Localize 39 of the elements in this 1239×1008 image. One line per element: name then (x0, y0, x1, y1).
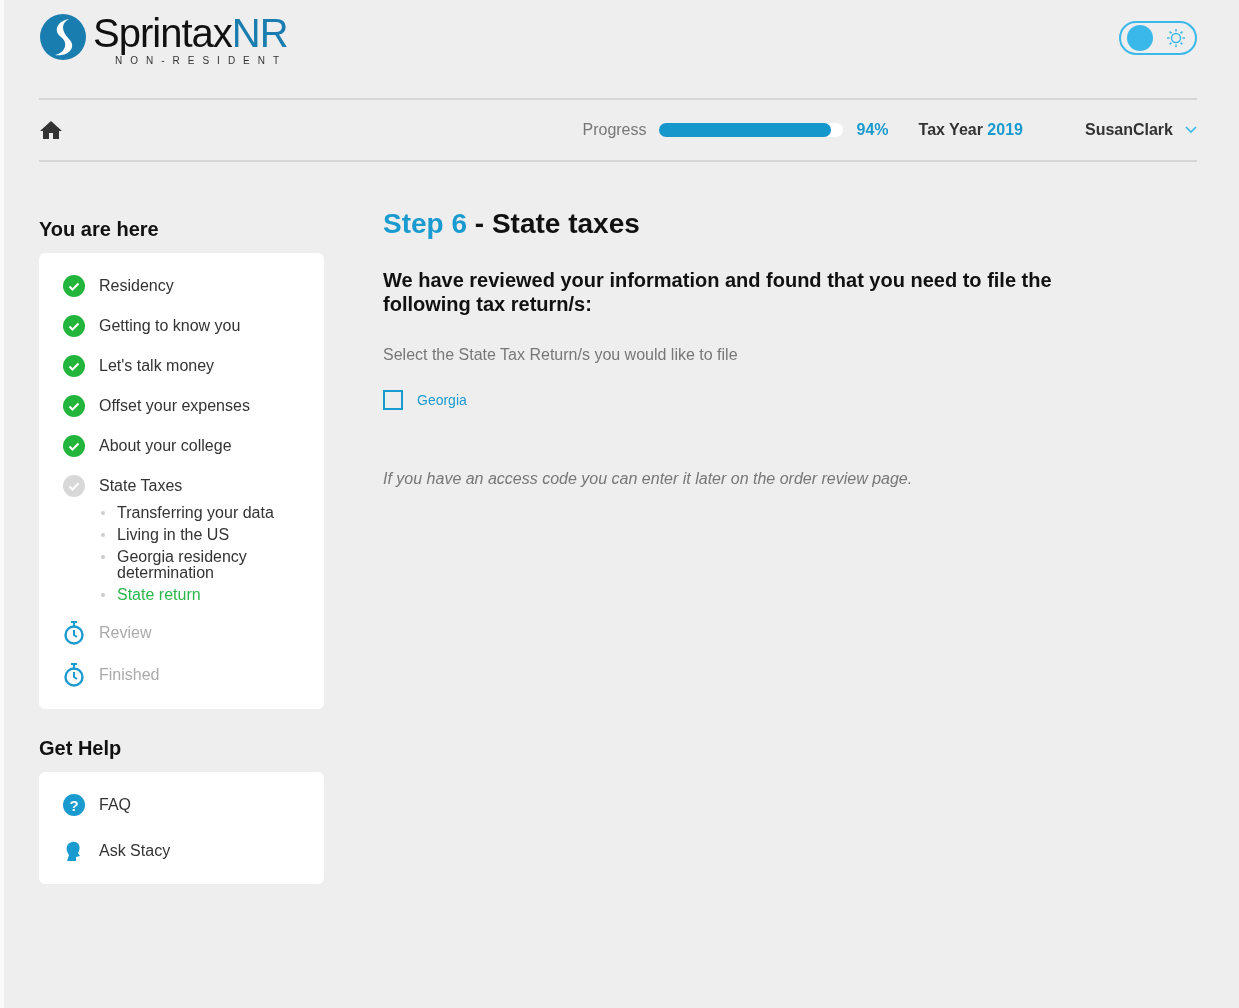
logo-icon (39, 12, 87, 61)
stopwatch-icon (63, 663, 85, 687)
help-link[interactable]: FAQ (99, 796, 131, 814)
progress-percent: 94% (856, 121, 889, 139)
tax-year-label: Tax Year (918, 121, 983, 139)
logo-tagline: NON-RESIDENT (115, 54, 288, 66)
check-circle-icon (63, 475, 85, 497)
intro-text: We have reviewed your information and found that you need to file the following tax return/s: (383, 268, 1053, 316)
check-circle-icon (63, 315, 85, 337)
substep-item[interactable]: Living in the US (101, 527, 304, 543)
substep-item[interactable]: Georgia residency determination (101, 549, 304, 581)
sun-icon (1165, 27, 1187, 49)
check-circle-icon (63, 435, 85, 457)
check-circle-icon (63, 275, 85, 297)
tax-year: 2019 (987, 121, 1023, 139)
user-menu[interactable]: SusanClark (1084, 121, 1197, 139)
home-icon[interactable] (39, 120, 63, 140)
help-icon: ? (63, 794, 85, 816)
step-item[interactable]: Getting to know you (99, 317, 241, 335)
step-item[interactable]: Residency (99, 277, 174, 295)
step-item[interactable]: Offset your expenses (99, 397, 250, 415)
check-circle-icon (63, 355, 85, 377)
progress-label: Progress (582, 121, 647, 139)
sidebar-title: You are here (39, 218, 160, 241)
check-circle-icon (63, 395, 85, 417)
theme-toggle[interactable] (1119, 21, 1197, 55)
step-item[interactable]: Let's talk money (99, 357, 215, 375)
page-title: Step 6 - State taxes (383, 208, 641, 240)
help-link[interactable]: Ask Stacy (99, 842, 171, 860)
help-title: Get Help (39, 737, 123, 760)
state-checkbox[interactable] (383, 390, 403, 410)
logo-wordmark: SprintaxNR (93, 12, 288, 53)
substep-item[interactable]: Transferring your data (101, 505, 304, 521)
access-code-note: If you have an access code you can enter it later on the order review page. (383, 470, 914, 488)
step-item[interactable]: About your college (99, 437, 232, 455)
chevron-down-icon (1185, 126, 1197, 134)
select-prompt: Select the State Tax Return/s you would like to file (383, 346, 739, 364)
step-item[interactable]: State Taxes (99, 477, 183, 495)
stopwatch-icon (63, 621, 85, 645)
